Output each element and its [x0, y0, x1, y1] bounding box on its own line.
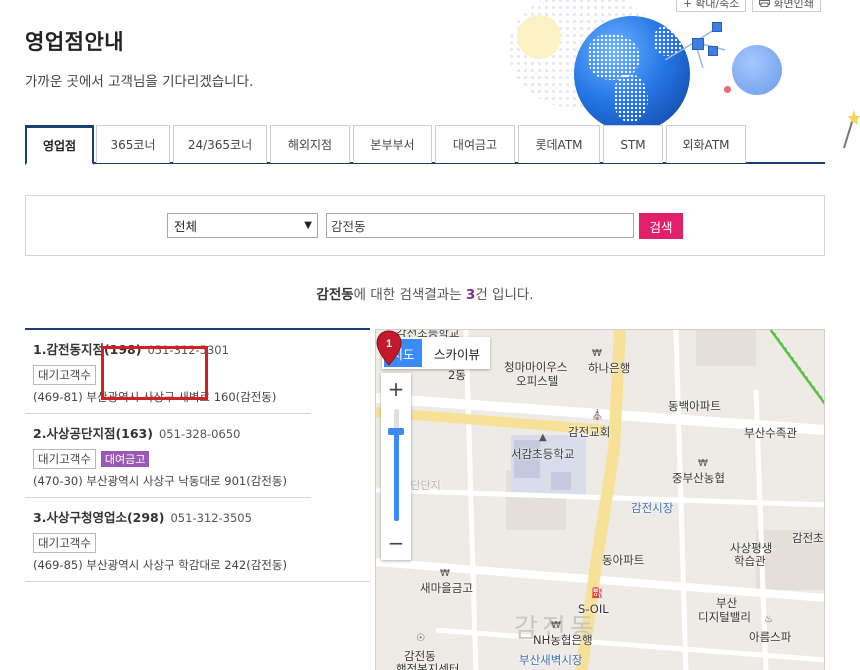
tab-stm[interactable]: STM: [603, 125, 663, 163]
zoom-slider-handle[interactable]: [388, 428, 404, 436]
tab-branch[interactable]: 영업점: [25, 125, 94, 165]
map-label: 서감초등학교: [511, 447, 575, 461]
branch-map[interactable]: 감전초등학교 2동 청마마이우스 오피스텔 하나은행 동백아파트 감전교회 서감…: [375, 329, 825, 670]
map-label: 감전시장: [631, 501, 674, 515]
page-title: 영업점안내: [25, 30, 125, 54]
map-label: 감전교회: [568, 425, 611, 439]
category-select-value: 전체: [174, 219, 198, 234]
map-label: 2동: [448, 368, 466, 382]
zoom-in-button[interactable]: +: [381, 375, 411, 403]
chevron-down-icon: ▼: [304, 220, 312, 231]
map-label: 아름스파: [749, 630, 792, 644]
zoom-control: + −: [381, 373, 411, 560]
search-input[interactable]: 감전동: [326, 213, 634, 238]
branch-phone: 051-328-0650: [158, 427, 241, 441]
result-summary: 감전동에 대한 검색결과는 3건 입니다.: [0, 283, 850, 303]
branch-name[interactable]: 3.사상구청영업소(298): [33, 510, 164, 525]
branch-name[interactable]: 2.사상공단지점(163): [33, 426, 153, 441]
list-item[interactable]: 3.사상구청영업소(298) 051-312-3505 대기고객수 (469-85…: [25, 498, 370, 582]
church-icon: ⛪: [591, 410, 604, 421]
search-panel: 전체 ▼ 감전동 검색: [25, 195, 825, 256]
branch-marker-pin[interactable]: 1: [376, 330, 402, 366]
branch-phone: 051-312-3505: [170, 511, 252, 525]
map-label: 오피스텔: [516, 374, 559, 388]
skyview-button[interactable]: 스카이뷰: [424, 337, 490, 369]
tab-foreign-atm[interactable]: 외화ATM: [666, 125, 746, 163]
wand-icon: [843, 110, 860, 149]
map-label: 동아파트: [602, 553, 645, 567]
branch-address: (470-30) 부산광역시 사상구 낙동대로 901(감전동): [33, 474, 287, 488]
map-label: 새마을금고: [420, 581, 473, 595]
result-text-mid: 에 대한 검색결과는: [353, 287, 466, 303]
map-label: NH농협은행: [533, 633, 593, 647]
safe-deposit-badge: 대여금고: [100, 451, 150, 467]
branch-address: (469-85) 부산광역시 사상구 학감대로 242(감전동): [33, 558, 287, 572]
map-label: 하나은행: [588, 361, 631, 375]
tab-365-corner[interactable]: 365코너: [96, 125, 170, 163]
government-office-icon: ☉: [416, 633, 425, 644]
result-keyword: 감전동: [316, 287, 354, 303]
tab-safe-deposit[interactable]: 대여금고: [435, 125, 515, 163]
bank-icon: ₩: [551, 620, 561, 631]
result-count: 3: [465, 287, 476, 303]
waiting-customers-button[interactable]: 대기고객수: [33, 449, 96, 469]
waiting-customers-button[interactable]: 대기고객수: [33, 365, 96, 385]
tab-lotte-atm[interactable]: 롯데ATM: [518, 125, 600, 163]
map-label: 중부산농협: [672, 471, 725, 485]
list-item[interactable]: 2.사상공단지점(163) 051-328-0650 대기고객수 대여금고 (470…: [25, 414, 311, 498]
map-label: 행정복지센터: [396, 662, 460, 670]
map-label: 감전초: [792, 531, 824, 545]
bank-icon: ₩: [440, 568, 450, 579]
category-select[interactable]: 전체 ▼: [167, 213, 318, 238]
map-label: 동백아파트: [668, 399, 721, 413]
gas-station-icon: ⛽: [591, 588, 604, 599]
branch-type-tabs: 영업점 365코너 24/365코너 해외지점 본부부서 대여금고 롯데ATM …: [25, 125, 825, 165]
bank-icon: ₩: [592, 348, 602, 359]
search-button[interactable]: 검색: [639, 213, 683, 239]
spa-icon: ♨: [764, 614, 773, 625]
map-label: 디지털밸리: [698, 610, 751, 624]
bank-icon: ₩: [698, 458, 708, 469]
page-subtitle: 가까운 곳에서 고객님을 기다리겠습니다.: [25, 74, 254, 90]
highlight-box: [101, 346, 208, 400]
globe-illustration: [480, 0, 820, 128]
zoom-slider-fill: [394, 431, 399, 521]
tab-headquarters[interactable]: 본부부서: [353, 125, 432, 163]
result-text-end: 건 입니다.: [475, 287, 534, 303]
svg-text:1: 1: [386, 338, 392, 350]
waiting-customers-button[interactable]: 대기고객수: [33, 533, 96, 553]
map-label: 부산새벽시장: [519, 653, 583, 667]
tab-overseas-branch[interactable]: 해외지점: [270, 125, 350, 163]
school-icon: ▲: [539, 432, 547, 443]
zoom-out-button[interactable]: −: [381, 529, 411, 557]
tab-24-365-corner[interactable]: 24/365코너: [173, 125, 267, 163]
map-label: 학습관: [734, 554, 766, 568]
map-label: 부산수족관: [744, 426, 797, 440]
